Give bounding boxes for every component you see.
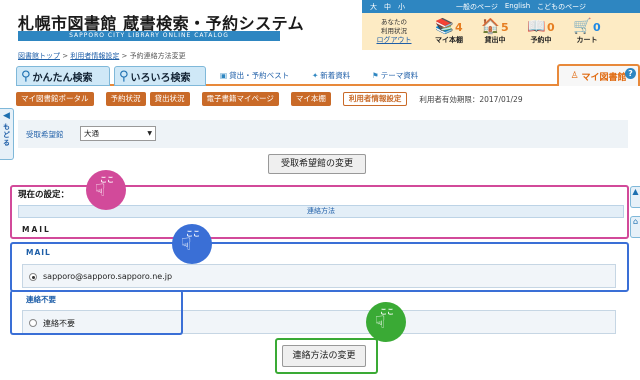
site-subtitle: SAPPORO CITY LIBRARY ONLINE CATALOG	[18, 31, 280, 41]
back-button-label: もどる	[2, 123, 11, 147]
pickup-library-panel: 受取希望館 大通 ▼	[18, 120, 628, 148]
scroll-up-tab[interactable]: ▲	[630, 186, 640, 208]
my-bookshelf-subnav-button[interactable]: マイ本棚	[290, 92, 331, 106]
reservations-count: 0	[547, 21, 555, 34]
theme-items-link[interactable]: ⚑ テーマ資料	[372, 70, 418, 81]
mail-address: sapporo@sapporo.sapporo.ne.jp	[43, 272, 173, 281]
person-icon: ♙	[570, 71, 579, 81]
breadcrumb-home[interactable]: 図書館トップ	[18, 52, 60, 60]
mail-option-heading: MAIL	[26, 248, 51, 257]
main-tabs: ⚲ かんたん検索 ⚲ いろいろ検索 ▣ 貸出・予約ベスト ✦ 新着資料 ⚑ テーマ資料 ♙…	[16, 64, 640, 86]
tab-advanced-search[interactable]: ⚲ いろいろ検索	[114, 66, 206, 86]
best-loans-label: 貸出・予約ベスト	[229, 71, 290, 80]
tab-advanced-search-label: いろいろ検索	[130, 72, 191, 84]
cart-button[interactable]: 🛒0 カート	[564, 18, 610, 45]
user-status-panel: あなたの 利用状況 ログアウト 📚4 マイ本棚 🏠5 貸出中 📖0 予約中 🛒0…	[362, 13, 640, 50]
reservations-button[interactable]: 📖0 予約中	[518, 18, 564, 45]
expiry-date: 利用者有効期限：2017/01/29	[419, 94, 523, 104]
no-contact-heading: 連絡不要	[26, 295, 56, 304]
search-icon: ⚲	[21, 68, 31, 84]
no-contact-radio[interactable]	[29, 319, 37, 327]
sparkle-icon: ✦	[312, 71, 319, 80]
usage-status-line2: 利用状況	[381, 27, 407, 35]
reservation-status-button[interactable]: 予約状況	[105, 92, 146, 106]
back-button[interactable]: ◀ もどる	[0, 108, 14, 160]
cart-icon: 🛒	[573, 17, 593, 35]
pickup-library-label: 受取希望館	[26, 130, 64, 139]
usage-status-line1: あなたの	[381, 18, 407, 26]
cart-count: 0	[593, 21, 601, 34]
home-tab[interactable]: ⌂	[630, 216, 640, 238]
english-link[interactable]: English	[505, 2, 530, 12]
ebook-mypage-button[interactable]: 電子書籍マイページ	[201, 92, 279, 106]
font-size-medium[interactable]: 中	[384, 2, 391, 12]
bookshelf-count: 4	[455, 21, 463, 34]
loans-count: 5	[501, 21, 509, 34]
top-utility-bar: 大 中 小 一般のページ English こどものページ	[362, 0, 640, 13]
pickup-library-select[interactable]: 大通 ▼	[80, 126, 156, 141]
my-library-subnav: マイ図書館ポータル 予約状況 貸出状況 電子書籍マイページ マイ本棚 利用者情報…	[16, 92, 523, 106]
breadcrumb-separator: >	[60, 52, 71, 60]
theme-items-label: テーマ資料	[380, 71, 419, 80]
portal-button[interactable]: マイ図書館ポータル	[16, 92, 94, 106]
help-icon[interactable]: ?	[625, 68, 636, 79]
pickup-library-value: 大通	[84, 129, 99, 138]
loans-button[interactable]: 🏠5 貸出中	[472, 18, 518, 45]
my-bookshelf-button[interactable]: 📚4 マイ本棚	[426, 18, 472, 45]
loan-status-button[interactable]: 貸出状況	[149, 92, 190, 106]
tab-my-library-label: マイ図書館	[581, 72, 627, 83]
chevron-down-icon: ▼	[147, 130, 152, 137]
loans-label: 貸出中	[484, 36, 506, 44]
new-items-link[interactable]: ✦ 新着資料	[312, 70, 350, 81]
pointer-callout-blue: ここ ☟	[172, 224, 212, 264]
best-loans-link[interactable]: ▣ 貸出・予約ベスト	[220, 70, 289, 81]
bookshelf-icon: 📚	[435, 17, 455, 35]
pointer-callout-green: ここ ☟	[366, 302, 406, 342]
logout-link[interactable]: ログアウト	[362, 36, 426, 45]
current-contact-method: MAIL	[22, 225, 51, 234]
reserve-icon: 📖	[527, 17, 547, 35]
arrow-left-icon: ◀	[3, 111, 10, 121]
arrow-up-icon: ▲	[632, 187, 639, 196]
font-size-small[interactable]: 小	[398, 2, 405, 12]
bookshelf-label: マイ本棚	[435, 36, 463, 44]
breadcrumb-user-settings[interactable]: 利用者情報設定	[70, 52, 119, 60]
book-icon: ▣	[220, 71, 228, 80]
pointing-hand-icon: ☟	[181, 235, 192, 255]
breadcrumb-separator: >	[119, 52, 130, 60]
house-icon: 🏠	[481, 17, 501, 35]
top-links: 一般のページ English こどものページ	[448, 2, 586, 12]
mail-option-row: sapporo@sapporo.sapporo.ne.jp	[22, 264, 616, 288]
mail-radio[interactable]	[29, 273, 37, 281]
no-contact-option-row: 連絡不要	[22, 310, 616, 334]
font-size-switcher: 大 中 小	[362, 2, 448, 12]
user-settings-button[interactable]: 利用者情報設定	[342, 92, 408, 106]
reservations-label: 予約中	[530, 36, 552, 44]
tab-easy-search-label: かんたん検索	[32, 72, 93, 84]
change-pickup-library-button[interactable]: 受取希望館の変更	[268, 154, 366, 174]
home-icon: ⌂	[632, 217, 639, 226]
pointing-hand-icon: ☟	[95, 181, 106, 201]
new-items-label: 新着資料	[320, 71, 351, 80]
current-setting-label: 現在の設定：	[18, 190, 70, 200]
pointer-callout-pink: ここ ☟	[86, 170, 126, 210]
font-size-large[interactable]: 大	[370, 2, 377, 12]
tab-easy-search[interactable]: ⚲ かんたん検索	[16, 66, 110, 86]
breadcrumb: 図書館トップ > 利用者情報設定 > 予約連絡方法変更	[18, 51, 186, 61]
usage-status: あなたの 利用状況 ログアウト	[362, 18, 426, 45]
kids-page-link[interactable]: こどものページ	[537, 2, 586, 12]
search-icon: ⚲	[119, 68, 129, 84]
breadcrumb-current: 予約連絡方法変更	[129, 52, 186, 60]
general-page-link[interactable]: 一般のページ	[456, 2, 498, 12]
pointing-hand-icon: ☟	[375, 313, 386, 333]
cart-label: カート	[576, 36, 598, 44]
no-contact-label: 連絡不要	[43, 319, 75, 328]
tag-icon: ⚑	[372, 71, 379, 80]
change-contact-method-button[interactable]: 連絡方法の変更	[282, 345, 366, 367]
